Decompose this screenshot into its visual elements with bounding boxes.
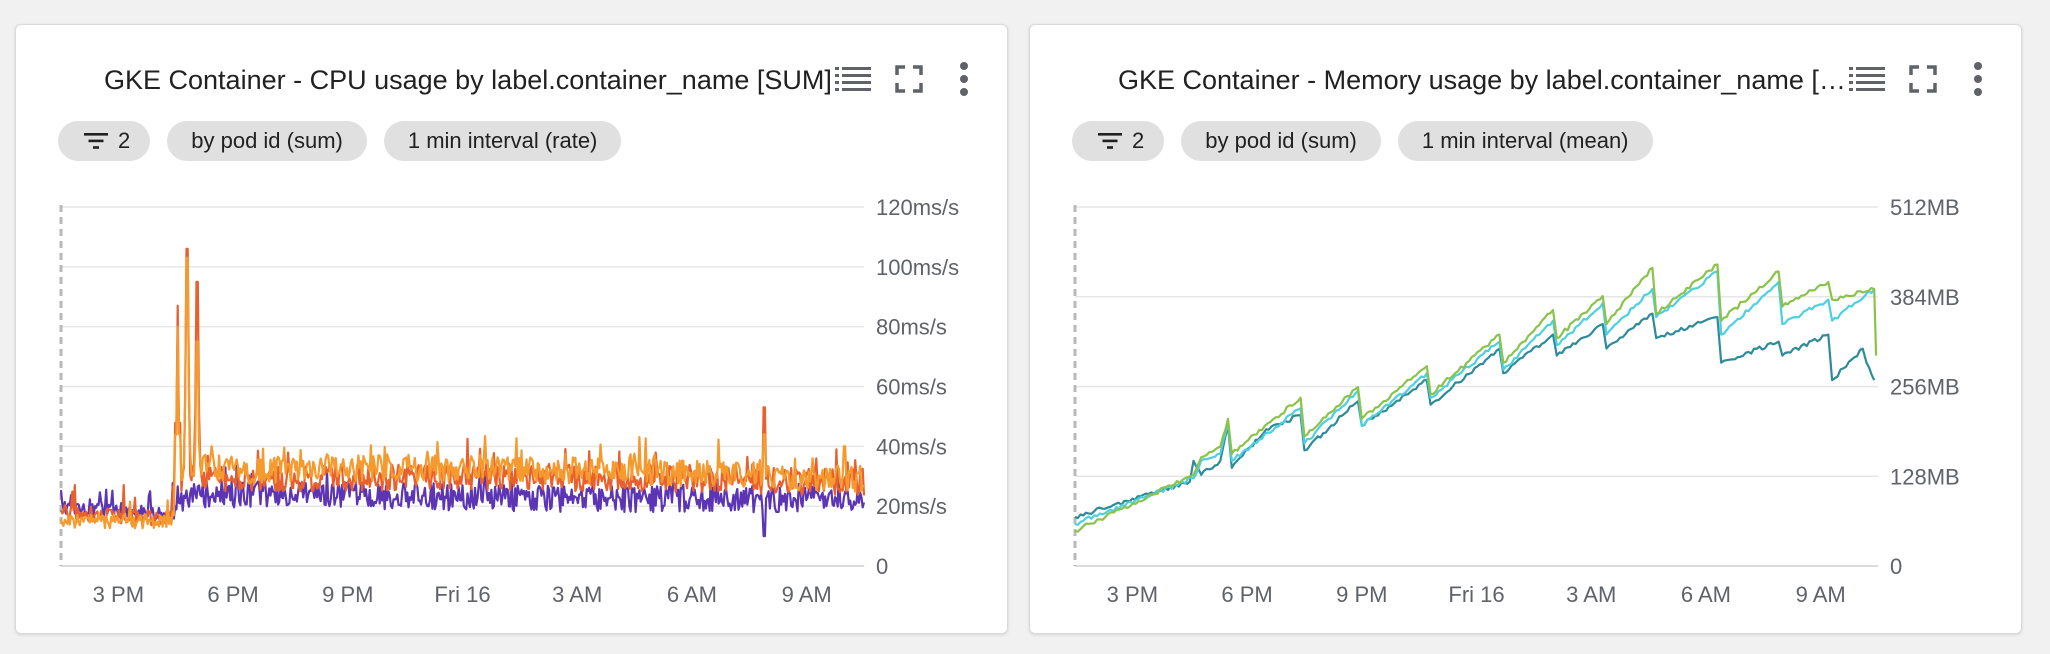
y-tick-label: 120ms/s	[876, 195, 959, 220]
filter-list-icon	[84, 133, 108, 149]
more-vert-icon[interactable]	[942, 57, 986, 101]
fullscreen-icon[interactable]	[1901, 57, 1945, 101]
chart-title: GKE Container - CPU usage by label.conta…	[104, 65, 832, 95]
x-tick-label: 6 AM	[667, 582, 717, 607]
y-tick-label: 60ms/s	[876, 375, 947, 400]
y-tick-label: 40ms/s	[876, 434, 947, 459]
cpu-chart-plot: 0 20ms/s 40ms/s 60ms/s 80ms/s 100ms/s 120ms/s 3…	[59, 195, 959, 607]
y-tick-label: 512MB	[1890, 195, 1960, 220]
y-tick-label: 0	[876, 554, 888, 579]
interval-chip[interactable]: 1 min interval (mean)	[1397, 121, 1653, 161]
view-list-icon[interactable]	[1845, 57, 1889, 101]
x-tick-label: Fri 16	[1448, 582, 1504, 607]
x-tick-label: 9 AM	[782, 582, 832, 607]
filter-chip[interactable]: 2	[58, 121, 151, 161]
y-tick-label: 80ms/s	[876, 315, 947, 340]
x-tick-label: 6 PM	[1221, 582, 1272, 607]
group-by-chip[interactable]: by pod id (sum)	[167, 121, 367, 161]
x-tick-label: Fri 16	[434, 582, 490, 607]
x-tick-label: 3 PM	[1107, 582, 1158, 607]
interval-chip[interactable]: 1 min interval (rate)	[383, 121, 622, 161]
cpu-usage-card: GKE Container - CPU usage by label.conta…	[15, 24, 1008, 634]
x-tick-label: 9 PM	[1336, 582, 1387, 607]
memory-chart-plot: 0 128MB 256MB 384MB 512MB 3 PM 6 PM 9 PM Fri 16 3…	[1073, 195, 1960, 607]
filter-list-icon	[1098, 133, 1122, 149]
y-tick-label: 256MB	[1890, 375, 1960, 400]
filter-chip[interactable]: 2	[1072, 121, 1165, 161]
x-tick-label: 3 AM	[552, 582, 602, 607]
filter-count: 2	[118, 128, 131, 153]
x-tick-label: 3 AM	[1566, 582, 1616, 607]
x-tick-label: 6 PM	[207, 582, 258, 607]
series-line-1	[1074, 270, 1876, 526]
x-tick-label: 9 PM	[322, 582, 373, 607]
y-tick-label: 100ms/s	[876, 255, 959, 280]
filter-count: 2	[1132, 128, 1145, 153]
group-by-chip[interactable]: by pod id (sum)	[1181, 121, 1381, 161]
view-list-icon[interactable]	[831, 57, 875, 101]
x-tick-label: 3 PM	[93, 582, 144, 607]
x-tick-label: 6 AM	[1681, 582, 1731, 607]
y-tick-label: 128MB	[1890, 464, 1960, 489]
fullscreen-icon[interactable]	[887, 57, 931, 101]
y-tick-label: 0	[1890, 554, 1902, 579]
y-tick-label: 20ms/s	[876, 494, 947, 519]
x-tick-label: 9 AM	[1796, 582, 1846, 607]
more-vert-icon[interactable]	[1956, 57, 2000, 101]
y-tick-label: 384MB	[1890, 285, 1960, 310]
memory-usage-card: GKE Container - Memory usage by label.co…	[1029, 24, 2022, 634]
series-line-0	[1074, 312, 1876, 520]
chart-title: GKE Container - Memory usage by label.co…	[1118, 65, 1854, 95]
